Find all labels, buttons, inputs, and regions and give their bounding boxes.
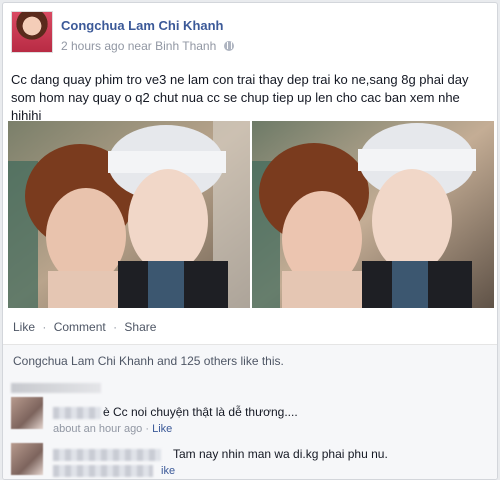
comment-like-link[interactable]: ike xyxy=(161,465,175,477)
globe-icon[interactable] xyxy=(223,41,234,51)
post-location[interactable]: Binh Thanh xyxy=(155,39,216,53)
post-time[interactable]: 2 hours ago xyxy=(61,39,124,53)
author-avatar[interactable] xyxy=(11,11,53,53)
commenter-name-blurred xyxy=(53,407,101,419)
comment-button[interactable]: Comment xyxy=(54,320,106,334)
photo-grid xyxy=(8,121,494,308)
commenter-avatar[interactable] xyxy=(11,443,43,475)
comment-meta: about an hour ago · Like xyxy=(53,423,172,435)
photo-right[interactable] xyxy=(252,121,494,308)
comment-meta-blurred xyxy=(53,465,153,477)
commenter-avatar[interactable] xyxy=(11,397,43,429)
like-button[interactable]: Like xyxy=(13,320,35,334)
action-separator: · xyxy=(113,320,118,334)
photo-left-image xyxy=(8,121,250,308)
comment-text: è Cc noi chuyện thật là dễ thương.... xyxy=(103,405,298,419)
comment-text: Tam nay nhin man wa di.kg phai phu nu. xyxy=(173,447,388,461)
photo-right-image xyxy=(252,121,494,308)
post-card: Congchua Lam Chi Khanh 2 hours ago near … xyxy=(2,2,498,480)
blurred-comment-remnant xyxy=(11,383,101,393)
post-actions: Like · Comment · Share xyxy=(13,320,156,334)
comments-section: è Cc noi chuyện thật là dễ thương.... ab… xyxy=(3,381,497,479)
action-separator: · xyxy=(42,320,47,334)
comment-meta-separator: · xyxy=(145,423,150,435)
comment-like-partial[interactable]: ike xyxy=(161,465,175,477)
location-prefix: near xyxy=(127,39,152,53)
likes-summary[interactable]: Congchua Lam Chi Khanh and 125 others li… xyxy=(13,354,284,368)
photo-left[interactable] xyxy=(8,121,250,308)
comment-time[interactable]: about an hour ago xyxy=(53,423,142,435)
comment-like-link[interactable]: Like xyxy=(152,423,172,435)
comment-item: è Cc noi chuyện thật là dễ thương.... ab… xyxy=(11,397,489,437)
likes-row: Congchua Lam Chi Khanh and 125 others li… xyxy=(3,344,497,382)
commenter-name-blurred xyxy=(53,449,161,461)
comment-item: Tam nay nhin man wa di.kg phai phu nu. i… xyxy=(11,443,489,479)
post-text: Cc dang quay phim tro ve3 ne lam con tra… xyxy=(11,72,469,123)
post-meta: 2 hours ago near Binh Thanh xyxy=(61,39,234,53)
share-button[interactable]: Share xyxy=(124,320,156,334)
author-name[interactable]: Congchua Lam Chi Khanh xyxy=(61,18,224,33)
post-header: Congchua Lam Chi Khanh 2 hours ago near … xyxy=(11,11,481,61)
